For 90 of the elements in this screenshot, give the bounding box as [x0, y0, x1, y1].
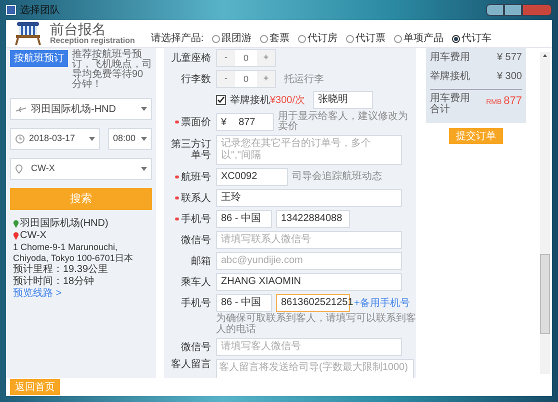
field-label: 联系人 — [181, 192, 211, 204]
caret-icon — [141, 107, 147, 111]
clock-icon — [15, 134, 25, 144]
required-mark-icon — [175, 175, 179, 179]
decrement-button[interactable]: - — [217, 71, 235, 87]
caret-icon — [141, 137, 147, 141]
field-label: 航班号 — [181, 172, 211, 182]
country-code-select[interactable]: 86 - 中国 — [216, 294, 272, 312]
required-mark-icon — [175, 120, 179, 124]
hint-text: 司导会追踪航班动态 — [292, 172, 383, 182]
destination-text: CW-X — [20, 230, 46, 242]
route-preview-link[interactable]: 预览线路 > — [13, 288, 62, 300]
country-code-select[interactable]: 86 - 中国 — [216, 210, 272, 228]
field-label: 儿童座椅 — [171, 52, 211, 64]
radio-button[interactable] — [394, 34, 402, 42]
field-label: 手机号 — [181, 214, 211, 224]
checkbox-label: 举牌接机 — [230, 94, 270, 108]
time-select[interactable]: 08:00 — [108, 128, 152, 150]
backup-phone-link[interactable]: +备用手机号 — [354, 296, 410, 310]
stepper-value: 0 — [235, 71, 257, 87]
scroll-thumb[interactable] — [540, 254, 550, 334]
page-title: 前台报名 — [50, 22, 107, 36]
decrement-button[interactable]: - — [217, 50, 235, 66]
field-label: 第三方订单号 — [170, 139, 211, 161]
radio-label: 代订车 — [462, 32, 492, 46]
distance-text: 预计里程：19.39公里 — [13, 264, 108, 276]
increment-button[interactable]: + — [257, 71, 275, 87]
flight-note: 推荐按航班号预订，飞机晚点，司导均免费等待90分钟！ — [72, 50, 152, 90]
radio-label: 单项产品 — [404, 32, 444, 46]
plane-icon — [15, 105, 27, 113]
hint-text: 托运行李 — [284, 72, 324, 86]
window-title: 选择团队 — [20, 4, 60, 18]
location-pin-icon — [13, 232, 19, 240]
duration-text: 预计时间：18分钟 — [13, 276, 94, 288]
total-label: 用车费用合计 — [430, 93, 471, 115]
fee-amount: ¥ 577 — [496, 51, 522, 65]
fee-amount: ¥ 300 — [496, 70, 522, 84]
radio-label: 跟团游 — [222, 32, 252, 46]
radio-button[interactable] — [260, 34, 268, 42]
radio-label: 套票 — [270, 32, 290, 46]
flight-booking-button[interactable]: 按航班预订 — [10, 50, 68, 67]
radio-button[interactable] — [298, 34, 306, 42]
scroll-up-icon — [540, 52, 550, 58]
phone-input[interactable]: 13422884088 — [276, 210, 350, 228]
field-label: 微信号 — [181, 234, 211, 246]
required-mark-icon — [175, 217, 179, 221]
caret-icon — [89, 137, 95, 141]
text-input[interactable]: XC0092 — [216, 168, 288, 186]
field-label: 乘车人 — [181, 276, 211, 288]
radio-button[interactable] — [346, 34, 354, 42]
airport-select[interactable]: 羽田国际机场-HND — [10, 98, 152, 120]
field-label: 邮箱 — [191, 256, 211, 266]
price-input[interactable]: ¥ 877 — [216, 113, 274, 131]
location-pin-icon — [15, 164, 23, 174]
page-subtitle: Reception registration — [50, 36, 135, 46]
destination-select[interactable]: CW-X — [10, 158, 152, 180]
field-label: 票面价 — [181, 116, 211, 128]
beach-chair-logo — [14, 20, 42, 46]
radio-label: 代订票 — [356, 32, 386, 46]
radio-label: 代订房 — [308, 32, 338, 46]
scrollbar[interactable] — [540, 52, 550, 374]
fee-label: 用车费用 — [430, 50, 470, 65]
checkmark-icon — [217, 96, 225, 104]
field-label: 客人留言 — [171, 359, 211, 370]
minimize-button[interactable] — [486, 4, 504, 16]
address-text: 1 Chome-9-1 Marunouchi, Chiyoda, Tokyo 100-6701日本 — [13, 242, 134, 264]
checkbox[interactable] — [216, 95, 226, 105]
field-label: 行李数 — [181, 74, 211, 84]
location-pin-icon — [13, 220, 19, 228]
text-input[interactable]: 张晓明 — [313, 91, 374, 109]
radio-button[interactable] — [212, 34, 220, 42]
text-input[interactable]: ZHANG XIAOMIN — [216, 273, 402, 291]
date-select[interactable]: 2018-03-17 — [10, 128, 100, 150]
stepper-value: 0 — [235, 50, 257, 66]
field-label: 微信号 — [181, 342, 211, 352]
field-label: 手机号 — [181, 298, 211, 308]
note-text: 为确保可取联系到客人，请填写可以联系到客人的电话 — [215, 313, 416, 335]
fee-label: 举牌接机 — [430, 70, 470, 84]
maximize-button[interactable] — [504, 4, 522, 16]
price-text: ¥300/次 — [270, 94, 306, 108]
product-label: 请选择产品: — [150, 32, 204, 46]
radio-button[interactable] — [452, 34, 460, 42]
close-button[interactable] — [522, 4, 552, 16]
increment-button[interactable]: + — [257, 50, 275, 66]
caret-icon — [141, 167, 147, 171]
app-icon — [6, 5, 16, 15]
text-input[interactable]: 王玲 — [216, 189, 402, 207]
hint-text: 用于显示给客人，建议修改为卖价 — [278, 112, 409, 132]
required-mark-icon — [175, 196, 179, 200]
origin-text: 羽田国际机场(HND) — [20, 218, 108, 230]
